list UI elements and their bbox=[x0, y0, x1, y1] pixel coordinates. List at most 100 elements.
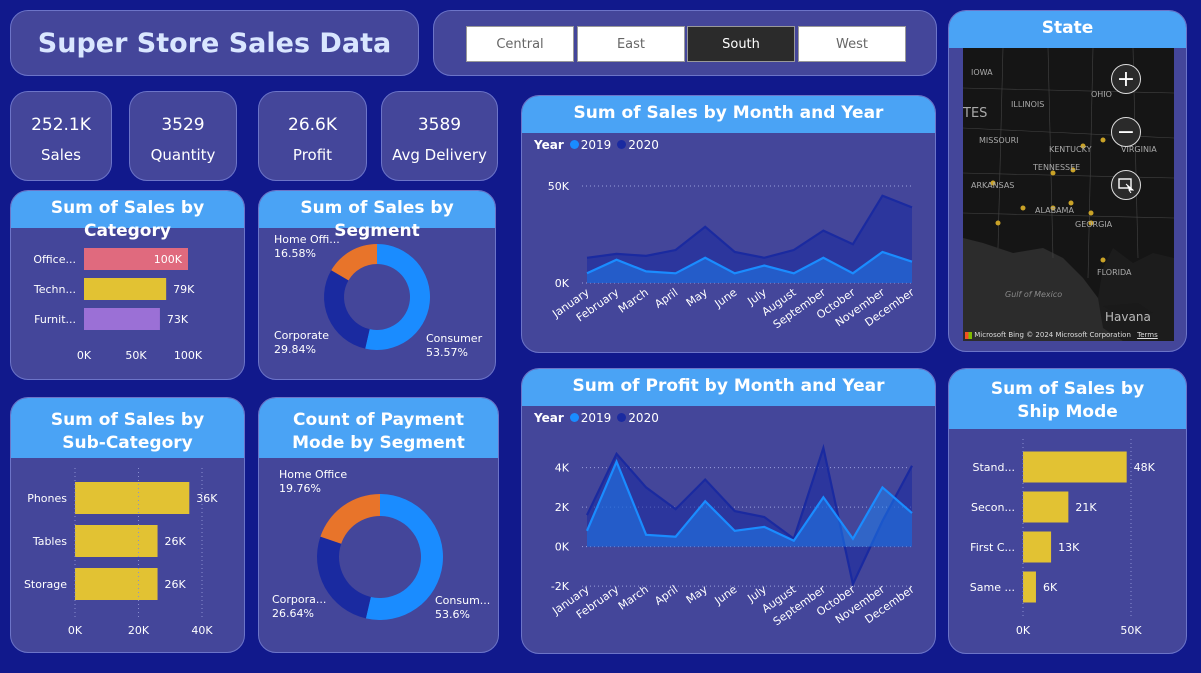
sales-month-chart: 0K50KJanuaryFebruaryMarch April May June Jul… bbox=[548, 180, 917, 331]
category-label: Secon... bbox=[971, 501, 1015, 514]
x-tick-label: April bbox=[652, 286, 680, 311]
slice-label: Home Offi... bbox=[274, 233, 340, 246]
data-label: 48K bbox=[1134, 461, 1156, 474]
category-label: Stand... bbox=[973, 461, 1015, 474]
bing-logo-icon bbox=[965, 331, 972, 339]
x-tick-label: 40K bbox=[191, 624, 213, 637]
data-label: 100K bbox=[154, 253, 183, 266]
map-label: GEORGIA bbox=[1075, 220, 1113, 229]
shipmode-chart: Stand... 48K Secon... 21K First C... 13K Same … bbox=[970, 439, 1156, 637]
map-label: ALABAMA bbox=[1035, 206, 1074, 215]
x-tick-label: June bbox=[712, 286, 740, 311]
kpi-label: Avg Delivery bbox=[392, 146, 487, 164]
map-label: IOWA bbox=[971, 68, 993, 77]
category-chart: Office... 100K Techn... 79K Furnit... 73K 0K 50… bbox=[33, 248, 203, 362]
payment-donut-chart: Consum...53.6% Corpora...26.64% Home Offic… bbox=[272, 468, 490, 621]
x-tick-label: 20K bbox=[128, 624, 150, 637]
data-label: 26K bbox=[165, 578, 187, 591]
map-label: ARKANSAS bbox=[971, 181, 1015, 190]
bar bbox=[84, 278, 167, 300]
slice-percent: 26.64% bbox=[272, 607, 314, 620]
slicer-east[interactable]: East bbox=[577, 26, 685, 62]
category-label: Furnit... bbox=[34, 313, 76, 326]
bar bbox=[75, 525, 158, 557]
slicer-south[interactable]: South bbox=[687, 26, 795, 62]
map-label: Gulf of Mexico bbox=[1005, 290, 1063, 299]
chart-title: State bbox=[949, 11, 1186, 48]
select-area-button[interactable] bbox=[1111, 170, 1141, 200]
map-label: MISSOURI bbox=[979, 136, 1019, 145]
x-tick-label: 0K bbox=[77, 349, 92, 362]
data-label: 13K bbox=[1058, 541, 1080, 554]
map-attribution: Microsoft Bing © 2024 Microsoft Corporat… bbox=[965, 331, 1158, 339]
select-area-icon bbox=[1118, 178, 1134, 193]
map-label: TENNESSEE bbox=[1033, 163, 1081, 172]
data-label: 36K bbox=[196, 492, 218, 505]
slice-label: Corpora... bbox=[272, 593, 326, 606]
category-label: Office... bbox=[33, 253, 76, 266]
segment-chart-card: Sum of Sales by Segment Consumer 53.57% Co… bbox=[258, 190, 496, 380]
bar bbox=[1023, 491, 1069, 523]
kpi-profit: 26.6K Profit bbox=[258, 91, 367, 181]
region-slicer: Central East South West bbox=[433, 10, 937, 76]
map-canvas[interactable]: IOWA ILLINOIS OHIO MISSOURI KENTUCKY VIR… bbox=[963, 48, 1174, 341]
subcategory-chart: Phones 36K Tables 26K Storage 26K 0K 20K 40K bbox=[24, 468, 218, 637]
x-tick-label: 0K bbox=[1016, 624, 1031, 637]
category-chart-card: Sum of Sales by Category Office... 100K Te… bbox=[10, 190, 245, 380]
category-label: Phones bbox=[27, 492, 67, 505]
title-card: Super Store Sales Data bbox=[10, 10, 419, 76]
map-graphics bbox=[963, 48, 1174, 341]
kpi-label: Quantity bbox=[150, 146, 216, 164]
bar bbox=[1023, 531, 1052, 563]
map-label: TES bbox=[963, 106, 988, 121]
slicer-west[interactable]: West bbox=[798, 26, 906, 62]
zoom-in-button[interactable]: + bbox=[1111, 64, 1141, 94]
x-tick-label: May bbox=[684, 286, 710, 310]
slice-percent: 53.6% bbox=[435, 608, 470, 621]
kpi-avg-delivery: 3589 Avg Delivery bbox=[381, 91, 498, 181]
map-label: Havana bbox=[1105, 310, 1151, 324]
bing-label: Microsoft Bing bbox=[974, 331, 1024, 339]
sales-month-chart-card: Sum of Sales by Month and Year Year 2019… bbox=[521, 95, 936, 353]
terms-link[interactable]: Terms bbox=[1137, 331, 1158, 339]
map-label: OHIO bbox=[1091, 90, 1112, 99]
profit-month-chart-card: Sum of Profit by Month and Year Year 201… bbox=[521, 368, 936, 654]
category-label: Techn... bbox=[33, 283, 76, 296]
x-tick-label: 50K bbox=[1120, 624, 1142, 637]
y-tick-label: 2K bbox=[555, 501, 570, 514]
kpi-label: Sales bbox=[41, 146, 81, 164]
segment-donut-chart: Consumer53.57% Corporate29.84% Home Offi..… bbox=[274, 233, 483, 359]
state-map-card: State IOWA ILLINOIS OHIO MISSOURI KENTUC… bbox=[948, 10, 1187, 352]
kpi-sales: 252.1K Sales bbox=[10, 91, 112, 181]
slicer-central[interactable]: Central bbox=[466, 26, 574, 62]
copyright-text: © 2024 Microsoft Corporation bbox=[1026, 331, 1131, 339]
map-label: KENTUCKY bbox=[1049, 145, 1092, 154]
donut-slice bbox=[317, 536, 371, 619]
profit-month-chart: 4K2K0K-2KJanuaryFebruaryMarch April May Jun… bbox=[549, 443, 917, 628]
bar bbox=[75, 482, 190, 514]
page-title: Super Store Sales Data bbox=[37, 27, 392, 59]
slice-label: Corporate bbox=[274, 329, 329, 342]
donut-slice bbox=[324, 270, 370, 349]
kpi-value: 3589 bbox=[417, 115, 462, 135]
x-tick-label: April bbox=[652, 583, 680, 608]
zoom-out-button[interactable]: − bbox=[1111, 117, 1141, 147]
y-tick-label: 0K bbox=[555, 277, 570, 290]
data-label: 26K bbox=[165, 535, 187, 548]
x-tick-label: 0K bbox=[68, 624, 83, 637]
data-label: 73K bbox=[167, 313, 189, 326]
category-label: Same ... bbox=[970, 581, 1015, 594]
kpi-value: 3529 bbox=[161, 115, 205, 135]
y-tick-label: 0K bbox=[555, 541, 570, 554]
x-tick-label: March bbox=[616, 583, 651, 613]
bar bbox=[84, 308, 160, 330]
slice-percent: 29.84% bbox=[274, 343, 316, 356]
slice-percent: 19.76% bbox=[279, 482, 321, 495]
payment-chart-card: Count of Payment Mode by Segment Consum.… bbox=[258, 397, 499, 653]
shipmode-chart-card: Sum of Sales by Ship Mode Stand... 48K Sec… bbox=[948, 368, 1187, 654]
bar bbox=[1023, 571, 1036, 603]
bar bbox=[75, 568, 158, 600]
category-label: First C... bbox=[970, 541, 1015, 554]
category-label: Storage bbox=[24, 578, 67, 591]
kpi-quantity: 3529 Quantity bbox=[129, 91, 237, 181]
